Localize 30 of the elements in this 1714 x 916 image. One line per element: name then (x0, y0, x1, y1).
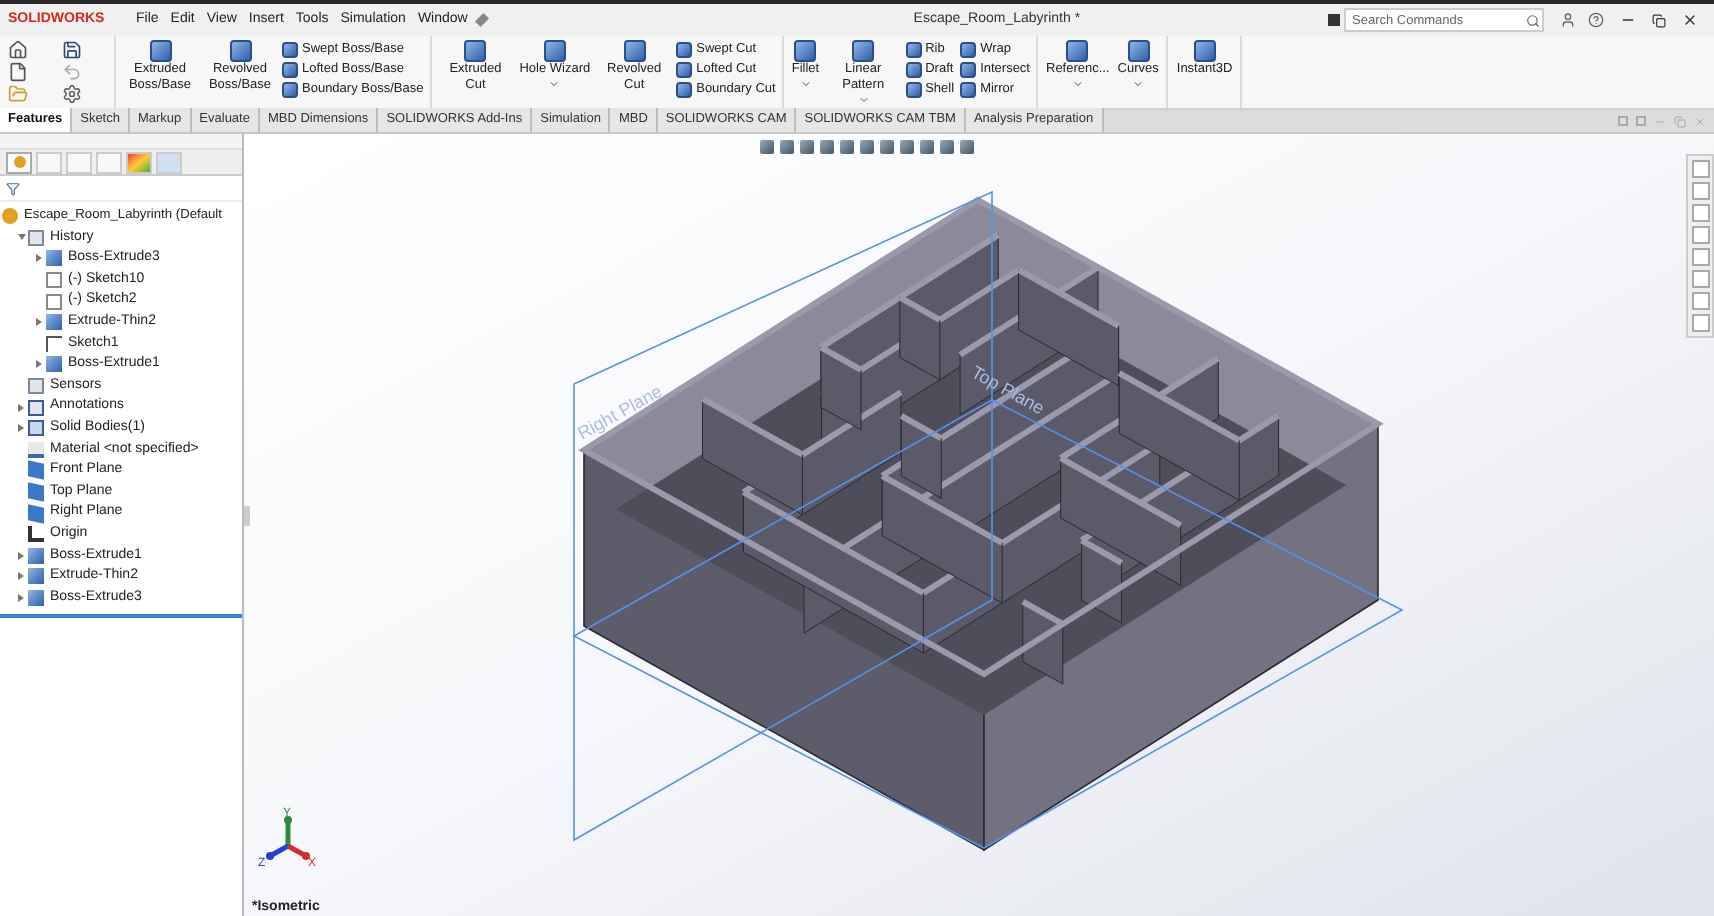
save-icon[interactable] (61, 40, 81, 60)
feature-icon (1127, 40, 1150, 62)
origin-icon (28, 526, 44, 543)
part-icon (2, 208, 18, 225)
plane-label: Right Plane (574, 380, 666, 444)
feature-icon (46, 250, 62, 267)
user-icon[interactable] (1560, 12, 1576, 28)
feature-icon (1066, 40, 1089, 62)
feature-icon (543, 40, 566, 62)
tile-icon[interactable] (1618, 116, 1628, 126)
feature-icon (1193, 40, 1216, 62)
feature-icon (464, 40, 487, 62)
help-icon[interactable] (1588, 12, 1604, 28)
feature-icon (794, 40, 817, 62)
tile-icon[interactable] (1636, 116, 1646, 126)
close-icon[interactable] (1682, 12, 1698, 28)
settings-icon[interactable] (61, 84, 81, 104)
panel-collapse-handle[interactable] (244, 506, 250, 526)
new-document-icon[interactable] (8, 62, 28, 82)
feature-icon (149, 40, 171, 62)
feature-icon (46, 356, 62, 373)
feature-manager-tab[interactable] (6, 151, 32, 173)
filter-icon[interactable] (6, 181, 20, 195)
sketch-plain-icon (46, 335, 62, 352)
feature-icon (229, 40, 251, 62)
search-icon (1526, 13, 1540, 27)
feature-icon (852, 40, 875, 62)
feature-icon (46, 314, 62, 331)
feature-icon (623, 40, 646, 62)
restore-icon[interactable] (1652, 13, 1666, 27)
